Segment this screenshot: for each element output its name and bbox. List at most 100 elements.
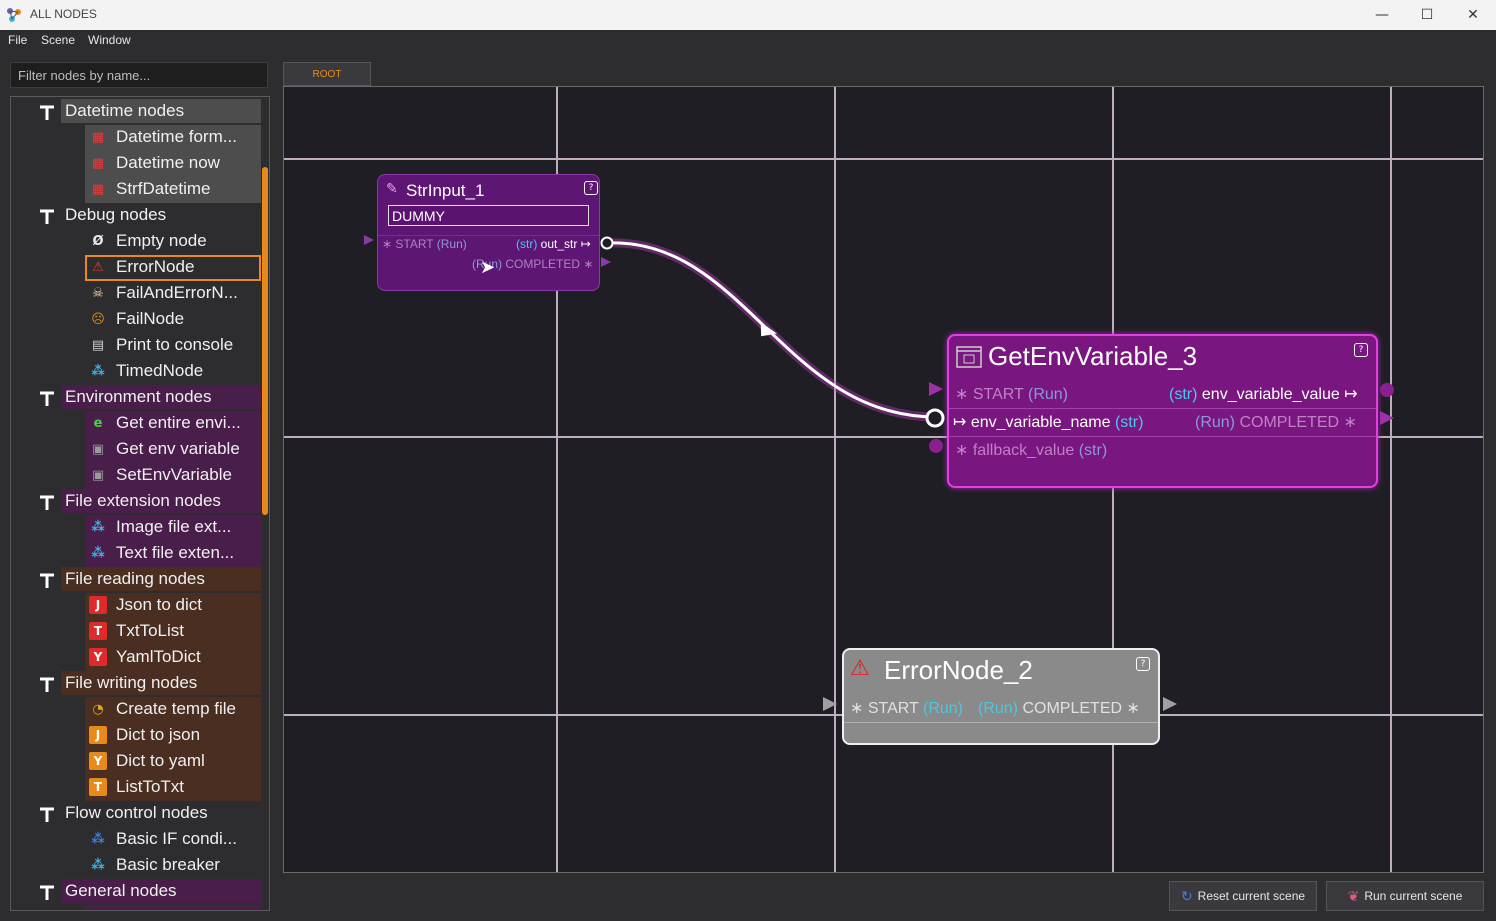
pin-env-name-in[interactable] <box>924 407 946 429</box>
json-icon: J <box>89 596 107 614</box>
collapse-tee-icon[interactable] <box>38 389 56 407</box>
tree-item[interactable]: ▣ SetEnvVariable <box>11 463 261 489</box>
tree-item[interactable]: e Get entire envi... <box>11 411 261 437</box>
tree-item[interactable]: ▦ Datetime form... <box>11 125 261 151</box>
tree-category[interactable]: Environment nodes <box>11 385 261 409</box>
tree-item[interactable]: ⁂ Basic IF condi... <box>11 827 261 851</box>
pin-out-str-label: (str) out_str ↦ <box>516 237 591 251</box>
file-icon: ▤ <box>89 908 107 911</box>
tree-item-label: Json to dict <box>116 595 202 614</box>
minimize-button[interactable]: — <box>1359 0 1405 30</box>
node-graph-canvas[interactable]: ✎ StrInput_1 ? ∗ START (Run) (str) out_s… <box>283 86 1484 873</box>
tree-item[interactable]: Y YamlToDict <box>11 645 261 671</box>
node-errornode[interactable]: ⚠ ErrorNode_2 ? ∗ START (Run) (Run) COMP… <box>842 648 1160 745</box>
tree-item[interactable]: ⚠ ErrorNode <box>11 255 261 281</box>
tree-item[interactable]: T ListToTxt <box>11 775 261 801</box>
menu-scene[interactable]: Scene <box>41 33 75 47</box>
pin-env-value-label: (str) env_variable_value ↦ <box>1169 386 1358 403</box>
pin-fallback-in[interactable] <box>927 437 945 455</box>
tree-category[interactable]: File writing nodes <box>11 671 261 695</box>
tree-item[interactable]: ☹ FailNode <box>11 307 261 331</box>
tree-item[interactable]: J Json to dict <box>11 593 261 619</box>
txt-icon: T <box>89 778 107 796</box>
collapse-tee-icon[interactable] <box>38 883 56 901</box>
tree-item-label: Basic breaker <box>116 855 220 874</box>
tree-item[interactable]: ⁂ Text file exten... <box>11 541 261 567</box>
pin-start-label: ∗ START (Run) <box>955 386 1069 403</box>
pin-completed-label: (Run) COMPLETED ∗ <box>978 700 1140 717</box>
tab-root[interactable]: ROOT <box>283 62 371 86</box>
reset-scene-button[interactable]: ↻ Reset current scene <box>1169 881 1317 911</box>
maximize-button[interactable]: ☐ <box>1404 0 1450 30</box>
run-scene-label: Run current scene <box>1364 889 1463 903</box>
pencil-icon: ✎ <box>386 181 398 197</box>
clock-icon: ◔ <box>92 701 104 717</box>
tree-item[interactable]: ▤ Print to console <box>11 333 261 357</box>
help-icon[interactable]: ? <box>584 181 598 195</box>
calendar-icon: ▦ <box>91 155 105 171</box>
network-icon: ⁂ <box>91 545 105 561</box>
tree-category[interactable]: Datetime nodes <box>11 99 261 123</box>
tree-item-label: Basic IF condi... <box>116 829 237 848</box>
tree-category[interactable]: General nodes <box>11 879 261 903</box>
tree-item-label: Datetime form... <box>116 127 237 146</box>
tree-item[interactable]: ☠ FailAndErrorN... <box>11 281 261 305</box>
pin-completed-out[interactable] <box>1161 695 1179 713</box>
tree-item[interactable]: Ø Empty node <box>11 229 261 253</box>
pin-start-in[interactable] <box>927 380 945 398</box>
tree-item[interactable]: ⁂ Basic breaker <box>11 853 261 877</box>
pin-env-value-out[interactable] <box>1378 381 1396 399</box>
connection-wire[interactable] <box>606 238 937 422</box>
pin-env-name-label: ↦ env_variable_name (str) <box>953 414 1144 431</box>
help-icon[interactable]: ? <box>1136 657 1150 671</box>
app-logo-icon <box>7 8 21 22</box>
pin-out-str[interactable] <box>599 235 615 251</box>
str-value-input[interactable] <box>388 205 589 226</box>
tree-item-label: FailNode <box>116 309 185 328</box>
tree-item[interactable]: Y Dict to yaml <box>11 749 261 775</box>
tree-item[interactable]: ▦ Datetime now <box>11 151 261 177</box>
node-getenvvariable[interactable]: GetEnvVariable_3 ? ∗ START (Run) (str) e… <box>947 334 1378 488</box>
collapse-tee-icon[interactable] <box>38 103 56 121</box>
menu-file[interactable]: File <box>8 33 27 47</box>
collapse-tee-icon[interactable] <box>38 207 56 225</box>
pin-start-in[interactable] <box>362 233 376 247</box>
help-icon[interactable]: ? <box>1354 343 1368 357</box>
branch-icon: ⁂ <box>91 831 105 847</box>
tree-item[interactable]: ◔ Create temp file <box>11 697 261 723</box>
collapse-tee-icon[interactable] <box>38 493 56 511</box>
run-scene-button[interactable]: ❦ Run current scene <box>1326 881 1484 911</box>
tree-item[interactable]: ⁂ TimedNode <box>11 359 261 383</box>
tree-item-label: YamlToDict <box>116 647 201 666</box>
close-button[interactable]: ✕ <box>1450 0 1496 30</box>
tree-item[interactable]: ▦ StrfDatetime <box>11 177 261 203</box>
tree-item-label: SetEnvVariable <box>116 465 232 484</box>
pin-completed-out[interactable] <box>1378 409 1396 427</box>
tree-category[interactable]: File extension nodes <box>11 489 261 513</box>
tree-item[interactable]: ▣ Get env variable <box>11 437 261 463</box>
collapse-tee-icon[interactable] <box>38 571 56 589</box>
refresh-icon: ↻ <box>1180 887 1193 904</box>
pin-start-in[interactable] <box>821 695 839 713</box>
tree-category-label: Datetime nodes <box>61 99 261 123</box>
tree-item[interactable]: J Dict to json <box>11 723 261 749</box>
collapse-tee-icon[interactable] <box>38 675 56 693</box>
yaml-icon: Y <box>89 752 107 770</box>
tree-item[interactable]: ⁂ Image file ext... <box>11 515 261 541</box>
mouse-cursor-icon: ➤ <box>480 257 496 278</box>
tree-category[interactable]: File reading nodes <box>11 567 261 591</box>
collapse-tee-icon[interactable] <box>38 805 56 823</box>
pin-start-label: ∗ START (Run) <box>382 237 467 251</box>
pin-fallback-label: ∗ fallback_value (str) <box>955 442 1108 459</box>
node-title: StrInput_1 <box>406 181 485 200</box>
menu-window[interactable]: Window <box>88 33 131 47</box>
pin-completed-out[interactable] <box>599 255 613 269</box>
tree-item-label: Datetime now <box>116 153 220 172</box>
tree-item[interactable]: ▤ CopyFile <box>11 905 261 911</box>
filter-nodes-input[interactable] <box>10 62 268 88</box>
tree-item[interactable]: T TxtToList <box>11 619 261 645</box>
tree-category[interactable]: Flow control nodes <box>11 801 261 825</box>
tree-scrollbar-thumb[interactable] <box>262 167 268 515</box>
tree-item-label: TimedNode <box>116 361 204 380</box>
tree-category[interactable]: Debug nodes <box>11 203 261 227</box>
